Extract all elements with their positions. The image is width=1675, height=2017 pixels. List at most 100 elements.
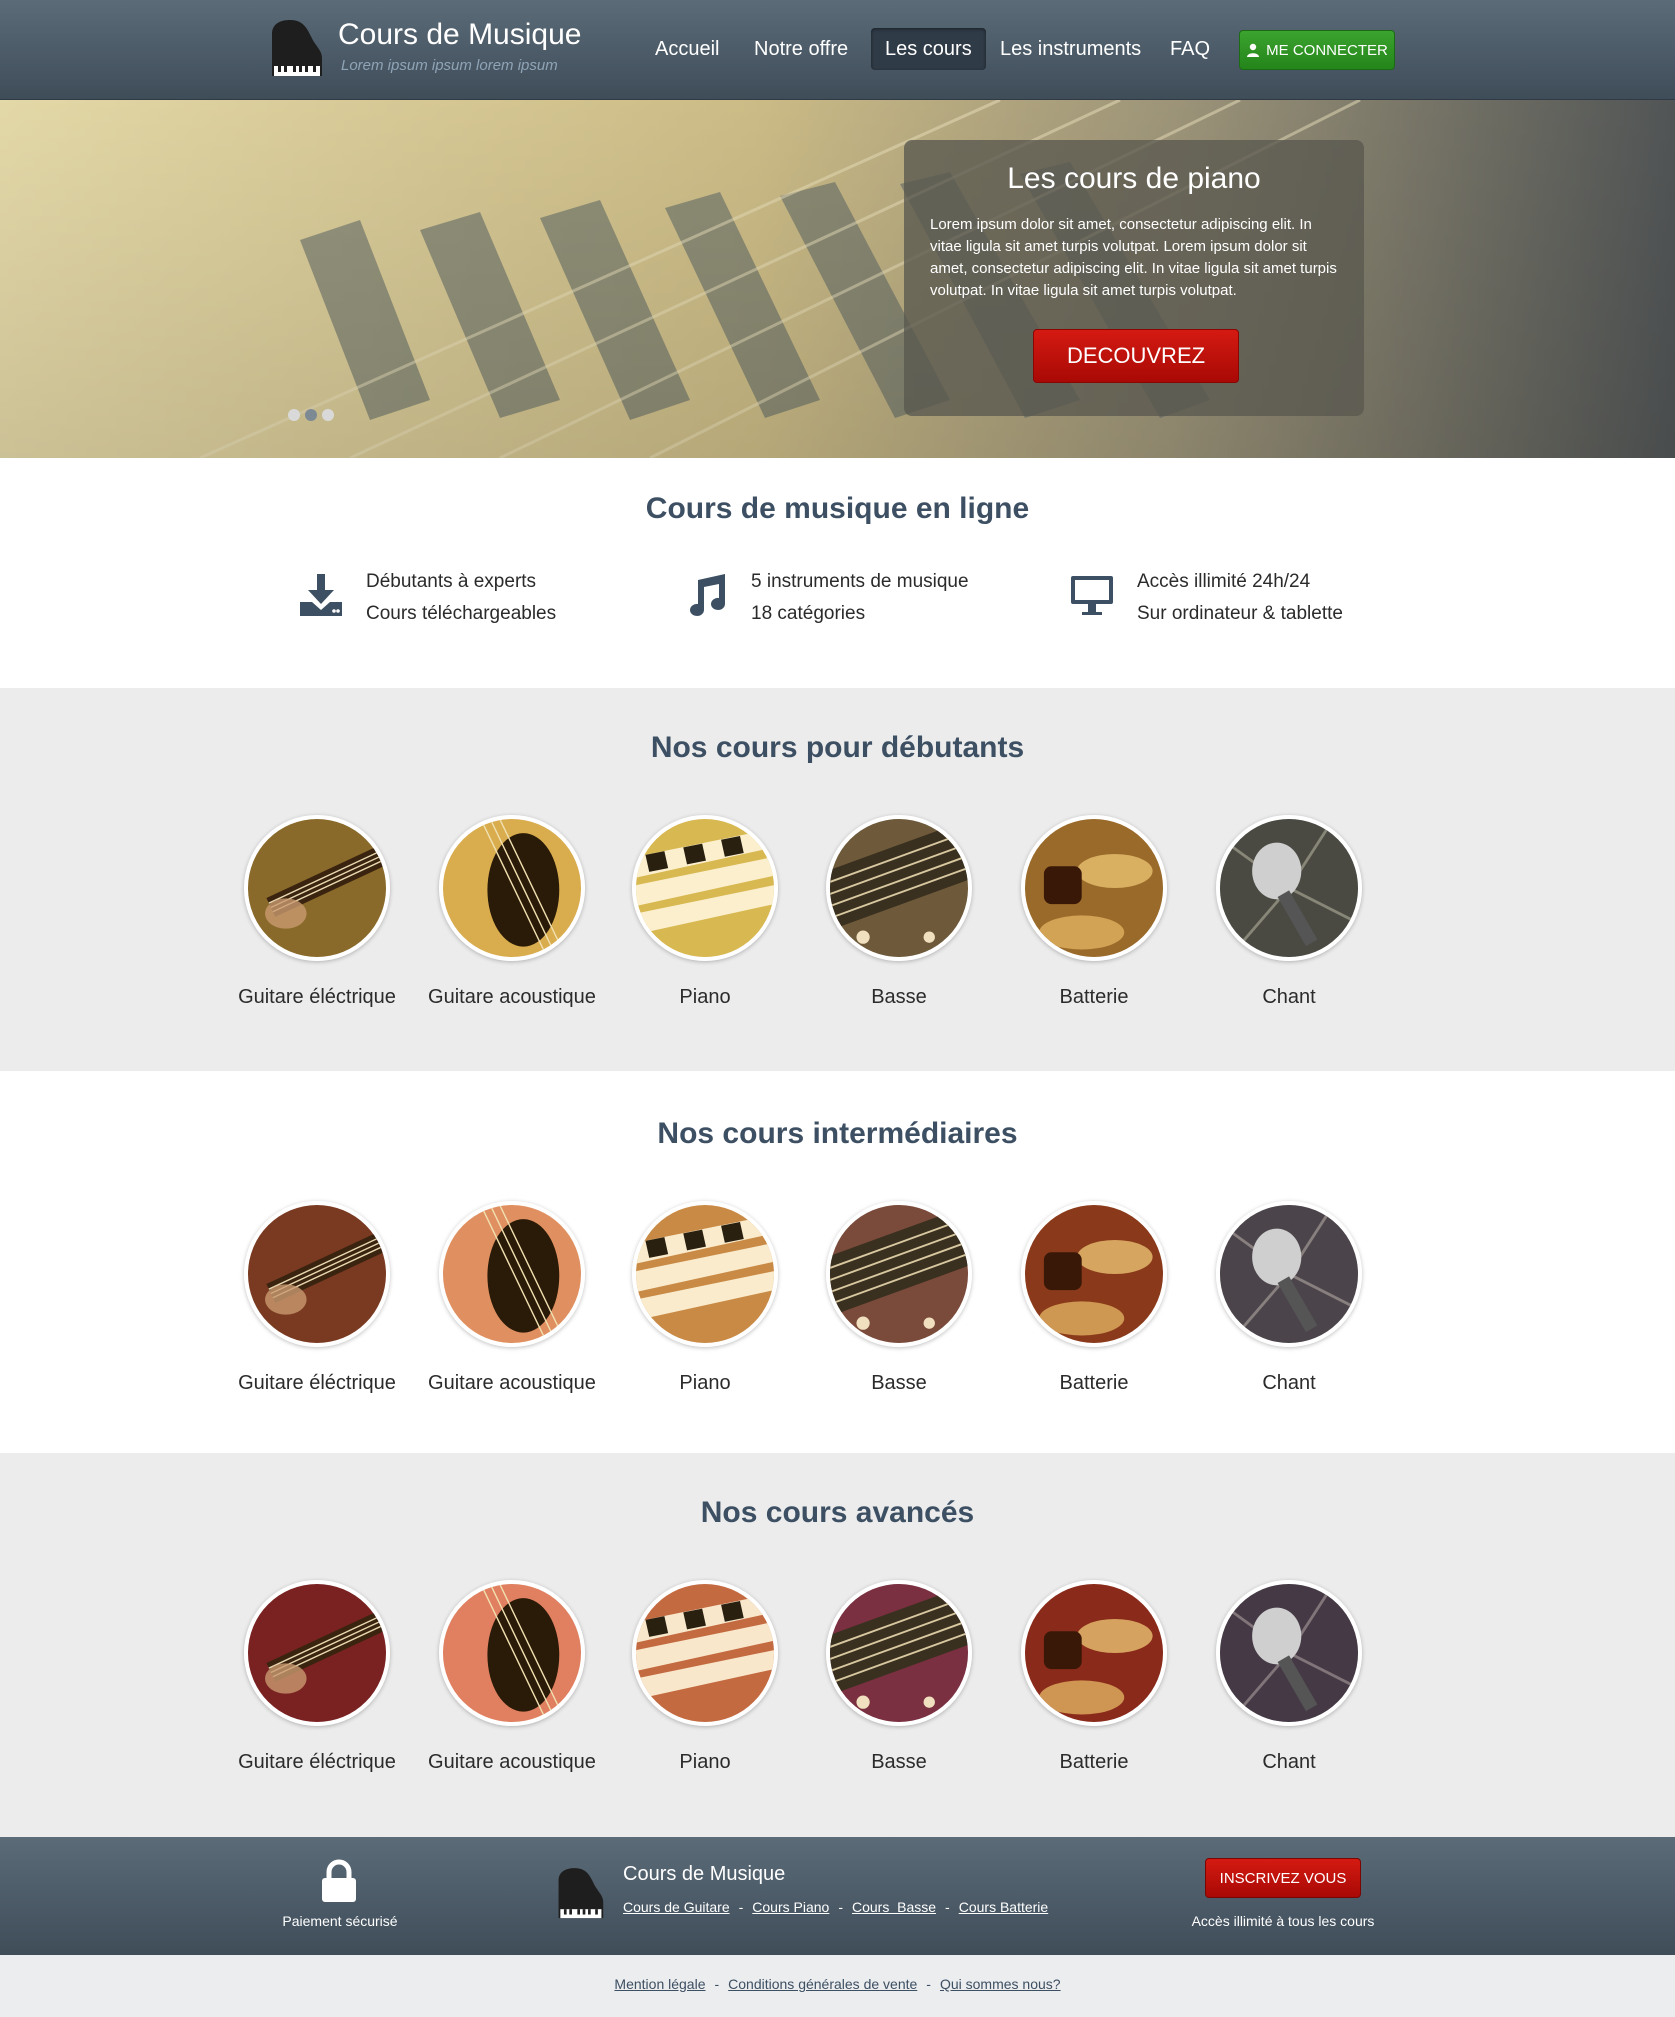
- piano-icon: [636, 1584, 774, 1722]
- course-card[interactable]: Piano: [610, 815, 800, 1009]
- footer-link-basse[interactable]: Cours Basse: [852, 1899, 936, 1915]
- course-image[interactable]: [826, 1580, 972, 1726]
- login-label: ME CONNECTER: [1266, 41, 1388, 59]
- course-image[interactable]: [1216, 815, 1362, 961]
- course-image[interactable]: [632, 1201, 778, 1347]
- login-button[interactable]: ME CONNECTER: [1239, 30, 1395, 70]
- course-label[interactable]: Batterie: [999, 1751, 1189, 1774]
- nav-faq[interactable]: FAQ: [1156, 28, 1224, 70]
- footer-link-batterie[interactable]: Cours Batterie: [959, 1899, 1048, 1915]
- intermediate-section-title: Nos cours intermédiaires: [657, 1117, 1018, 1150]
- legal-link[interactable]: Mention légale: [614, 1976, 705, 1992]
- course-label[interactable]: Guitare éléctrique: [222, 1751, 412, 1774]
- course-card[interactable]: Chant: [1194, 1201, 1384, 1395]
- electric-guitar-icon: [248, 1584, 386, 1722]
- course-image[interactable]: [826, 815, 972, 961]
- course-image[interactable]: [1216, 1580, 1362, 1726]
- brand-title[interactable]: Cours de Musique: [338, 18, 581, 52]
- course-card[interactable]: Chant: [1194, 1580, 1384, 1774]
- footer-link-piano[interactable]: Cours Piano: [752, 1899, 829, 1915]
- nav-les-cours[interactable]: Les cours: [871, 28, 986, 70]
- course-image[interactable]: [1021, 1201, 1167, 1347]
- course-card[interactable]: Basse: [804, 1580, 994, 1774]
- course-card[interactable]: Chant: [1194, 815, 1384, 1009]
- course-image[interactable]: [632, 815, 778, 961]
- piano-logo-icon: [558, 1868, 604, 1919]
- feature-line: Sur ordinateur & tablette: [1137, 603, 1343, 624]
- about-link[interactable]: Qui sommes nous?: [940, 1976, 1061, 1992]
- course-image[interactable]: [1021, 1580, 1167, 1726]
- hero-slider: Les cours de piano Lorem ipsum dolor sit…: [0, 100, 1675, 458]
- nav-notre-offre[interactable]: Notre offre: [740, 28, 862, 70]
- footer-link-guitare[interactable]: Cours de Guitare: [623, 1899, 730, 1915]
- course-label[interactable]: Guitare éléctrique: [222, 986, 412, 1009]
- feature-line: 18 catégories: [751, 603, 866, 624]
- course-image[interactable]: [826, 1201, 972, 1347]
- course-label[interactable]: Chant: [1194, 986, 1384, 1009]
- course-image[interactable]: [1021, 815, 1167, 961]
- course-card[interactable]: Piano: [610, 1580, 800, 1774]
- course-label[interactable]: Chant: [1194, 1751, 1384, 1774]
- course-card[interactable]: Guitare acoustique: [417, 815, 607, 1009]
- piano-icon: [636, 1205, 774, 1343]
- course-card[interactable]: Guitare éléctrique: [222, 1580, 412, 1774]
- course-card[interactable]: Basse: [804, 1201, 994, 1395]
- discover-button[interactable]: DECOUVREZ: [1033, 329, 1239, 383]
- slider-dot-1[interactable]: [288, 409, 300, 421]
- course-image[interactable]: [439, 1580, 585, 1726]
- course-label[interactable]: Guitare éléctrique: [222, 1372, 412, 1395]
- course-image[interactable]: [632, 1580, 778, 1726]
- course-label[interactable]: Piano: [610, 1372, 800, 1395]
- footer-brand-title: Cours de Musique: [623, 1863, 786, 1885]
- hero-text: Lorem ipsum dolor sit amet, consectetur …: [930, 216, 1337, 299]
- signup-button[interactable]: INSCRIVEZ VOUS: [1205, 1858, 1361, 1898]
- course-image[interactable]: [244, 1201, 390, 1347]
- course-card[interactable]: Guitare acoustique: [417, 1201, 607, 1395]
- course-card[interactable]: Piano: [610, 1201, 800, 1395]
- course-label[interactable]: Chant: [1194, 1372, 1384, 1395]
- course-image[interactable]: [439, 815, 585, 961]
- course-image[interactable]: [244, 1580, 390, 1726]
- nav-les-instruments[interactable]: Les instruments: [986, 28, 1155, 70]
- course-image[interactable]: [244, 815, 390, 961]
- bass-icon: [830, 1205, 968, 1343]
- bass-icon: [830, 1584, 968, 1722]
- feature-line: Débutants à experts: [366, 571, 537, 592]
- brand-subtitle: Lorem ipsum ipsum lorem ipsum: [341, 57, 558, 74]
- slider-dot-3[interactable]: [322, 409, 334, 421]
- separator: -: [714, 1976, 720, 1992]
- acoustic-guitar-icon: [443, 819, 581, 957]
- bottom-bar: Mention légale - Conditions générales de v…: [0, 1955, 1675, 2017]
- course-card[interactable]: Guitare éléctrique: [222, 1201, 412, 1395]
- course-label[interactable]: Basse: [804, 1372, 994, 1395]
- advanced-section-title: Nos cours avancés: [700, 1496, 975, 1529]
- course-label[interactable]: Guitare acoustique: [417, 1372, 607, 1395]
- terms-link[interactable]: Conditions générales de vente: [728, 1976, 917, 1992]
- course-image[interactable]: [1216, 1201, 1362, 1347]
- course-label[interactable]: Guitare acoustique: [417, 986, 607, 1009]
- course-image[interactable]: [439, 1201, 585, 1347]
- course-label[interactable]: Batterie: [999, 986, 1189, 1009]
- music-note-icon: [690, 574, 725, 616]
- course-card[interactable]: Batterie: [999, 815, 1189, 1009]
- course-label[interactable]: Piano: [610, 1751, 800, 1774]
- course-label[interactable]: Basse: [804, 986, 994, 1009]
- site-header: Cours de Musique Lorem ipsum ipsum lorem…: [0, 0, 1675, 100]
- slider-dot-2[interactable]: [305, 409, 317, 421]
- nav-accueil[interactable]: Accueil: [641, 28, 733, 70]
- course-label[interactable]: Piano: [610, 986, 800, 1009]
- piano-logo-icon[interactable]: [268, 18, 324, 80]
- separator: -: [926, 1976, 931, 1992]
- course-label[interactable]: Batterie: [999, 1372, 1189, 1395]
- hero-caption-box: Les cours de piano Lorem ipsum dolor sit…: [904, 140, 1364, 416]
- course-card[interactable]: Guitare acoustique: [417, 1580, 607, 1774]
- course-card[interactable]: Guitare éléctrique: [222, 815, 412, 1009]
- course-card[interactable]: Basse: [804, 815, 994, 1009]
- beginner-section-title: Nos cours pour débutants: [650, 731, 1025, 764]
- course-card[interactable]: Batterie: [999, 1580, 1189, 1774]
- footer-course-links: Cours de Guitare - Cours Piano - Cours Basse…: [623, 1899, 1048, 1915]
- course-card[interactable]: Batterie: [999, 1201, 1189, 1395]
- course-label[interactable]: Guitare acoustique: [417, 1751, 607, 1774]
- course-label[interactable]: Basse: [804, 1751, 994, 1774]
- electric-guitar-icon: [248, 1205, 386, 1343]
